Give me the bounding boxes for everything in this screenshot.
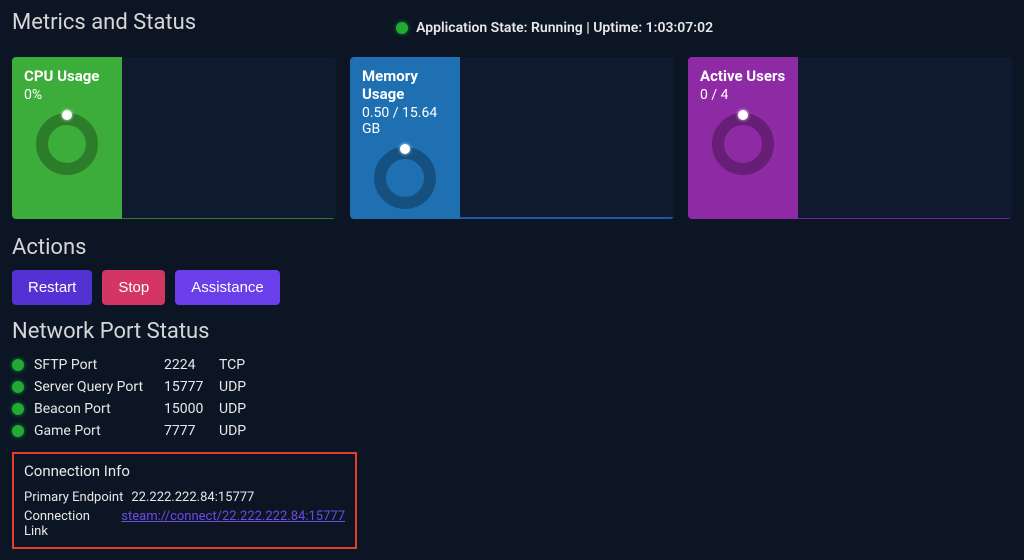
port-protocol: UDP (219, 401, 259, 417)
assistance-button[interactable]: Assistance (175, 270, 280, 305)
uptime-value: 1:03:07:02 (646, 20, 713, 36)
port-status-dot-icon (12, 359, 24, 371)
users-label: Active Users (700, 67, 785, 85)
status-dot-icon (396, 22, 408, 34)
memory-label: Memory Usage (362, 67, 448, 103)
users-card: Active Users 0 / 4 (688, 57, 1012, 219)
actions-title: Actions (12, 235, 1012, 260)
page-title: Metrics and Status (12, 10, 196, 35)
ports-list: SFTP Port 2224 TCP Server Query Port 157… (12, 354, 1012, 442)
port-name: SFTP Port (34, 357, 154, 373)
memory-chart-area (460, 57, 674, 219)
port-number: 2224 (164, 357, 209, 373)
connection-link[interactable]: steam://connect/22.222.222.84:15777 (121, 509, 345, 539)
users-chart-area (798, 57, 1012, 219)
port-row: Game Port 7777 UDP (12, 420, 1012, 442)
port-status-dot-icon (12, 381, 24, 393)
cpu-label: CPU Usage (24, 67, 99, 85)
app-state-value: Running (531, 20, 583, 36)
port-name: Server Query Port (34, 379, 154, 395)
memory-gauge-icon (374, 147, 436, 209)
uptime-prefix: | Uptime: (586, 20, 642, 36)
port-number: 7777 (164, 423, 209, 439)
port-status-dot-icon (12, 403, 24, 415)
port-name: Game Port (34, 423, 154, 439)
port-row: Server Query Port 15777 UDP (12, 376, 1012, 398)
network-title: Network Port Status (12, 319, 1012, 344)
port-number: 15000 (164, 401, 209, 417)
app-state: Application State: Running | Uptime: 1:0… (396, 20, 713, 36)
restart-button[interactable]: Restart (12, 270, 92, 305)
port-number: 15777 (164, 379, 209, 395)
port-protocol: TCP (219, 357, 259, 373)
port-row: SFTP Port 2224 TCP (12, 354, 1012, 376)
users-value: 0 / 4 (700, 87, 728, 103)
port-status-dot-icon (12, 425, 24, 437)
cpu-value: 0% (24, 87, 42, 103)
cpu-card: CPU Usage 0% (12, 57, 336, 219)
endpoint-value: 22.222.222.84:15777 (131, 490, 254, 505)
memory-card: Memory Usage 0.50 / 15.64 GB (350, 57, 674, 219)
cpu-gauge-icon (36, 113, 98, 175)
port-protocol: UDP (219, 423, 259, 439)
connection-link-label: Connection Link (24, 509, 113, 539)
endpoint-label: Primary Endpoint (24, 490, 123, 505)
stop-button[interactable]: Stop (102, 270, 165, 305)
connection-title: Connection Info (24, 462, 345, 480)
users-gauge-icon (712, 113, 774, 175)
port-row: Beacon Port 15000 UDP (12, 398, 1012, 420)
port-protocol: UDP (219, 379, 259, 395)
memory-value: 0.50 / 15.64 GB (362, 105, 448, 137)
cpu-chart-area (122, 57, 336, 219)
connection-info-box: Connection Info Primary Endpoint 22.222.… (12, 452, 357, 549)
app-state-prefix: Application State: (416, 20, 527, 36)
port-name: Beacon Port (34, 401, 154, 417)
